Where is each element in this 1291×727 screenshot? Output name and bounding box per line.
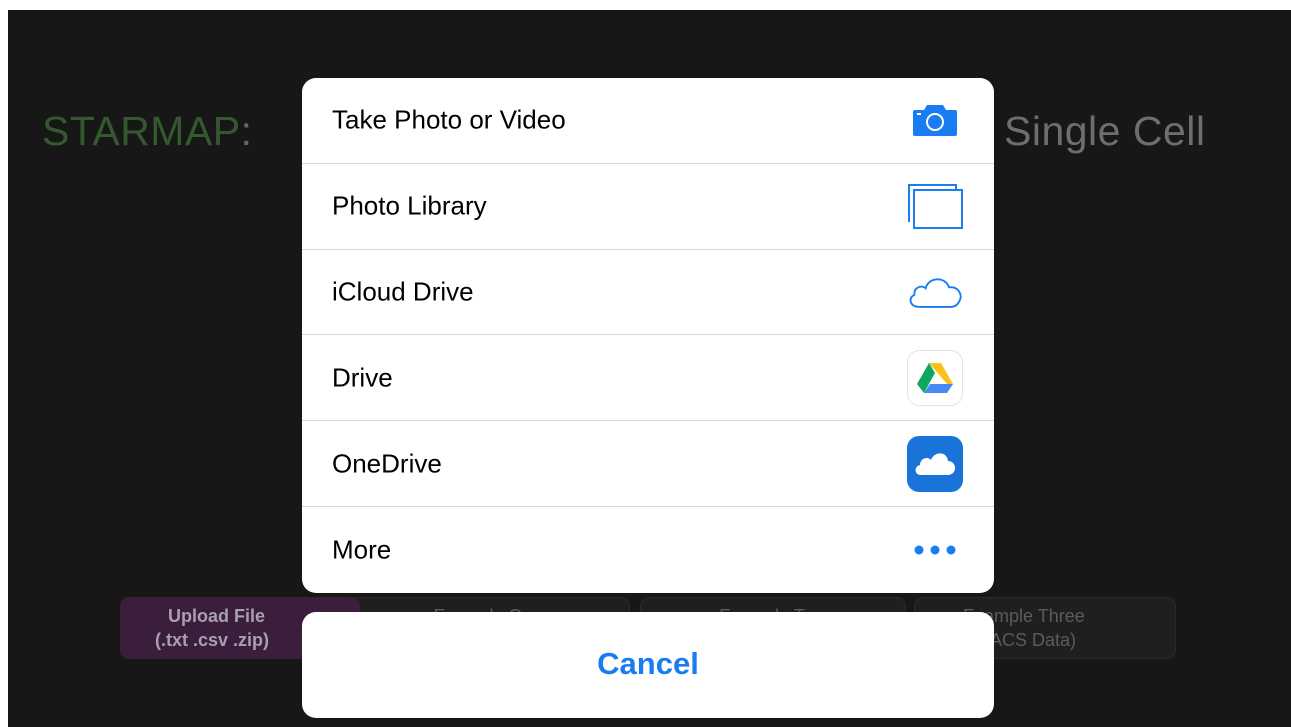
action-icloud-drive[interactable]: iCloud Drive	[302, 250, 994, 336]
action-label: Photo Library	[332, 190, 487, 221]
cancel-button[interactable]: Cancel	[302, 612, 994, 718]
app-subtitle: Single Cell	[1004, 108, 1206, 154]
more-icon	[906, 521, 964, 579]
onedrive-icon	[906, 435, 964, 493]
action-label: More	[332, 534, 392, 565]
action-drive[interactable]: Drive	[302, 335, 994, 422]
action-photo-library[interactable]: Photo Library	[302, 164, 994, 250]
action-label: OneDrive	[332, 448, 442, 479]
icloud-drive-icon	[906, 263, 964, 321]
action-label: Take Photo or Video	[332, 104, 566, 135]
google-drive-icon	[906, 349, 964, 407]
action-onedrive[interactable]: OneDrive	[302, 421, 994, 508]
action-label: iCloud Drive	[332, 276, 474, 307]
action-label: Drive	[332, 362, 393, 393]
action-take-photo-or-video[interactable]: Take Photo or Video	[302, 78, 994, 164]
app-title: STARMAP:	[42, 108, 253, 154]
photo-library-icon	[906, 177, 964, 235]
action-sheet: Take Photo or Video Photo Library iCloud…	[302, 78, 994, 593]
camera-icon	[906, 91, 964, 149]
action-more[interactable]: More	[302, 507, 994, 593]
